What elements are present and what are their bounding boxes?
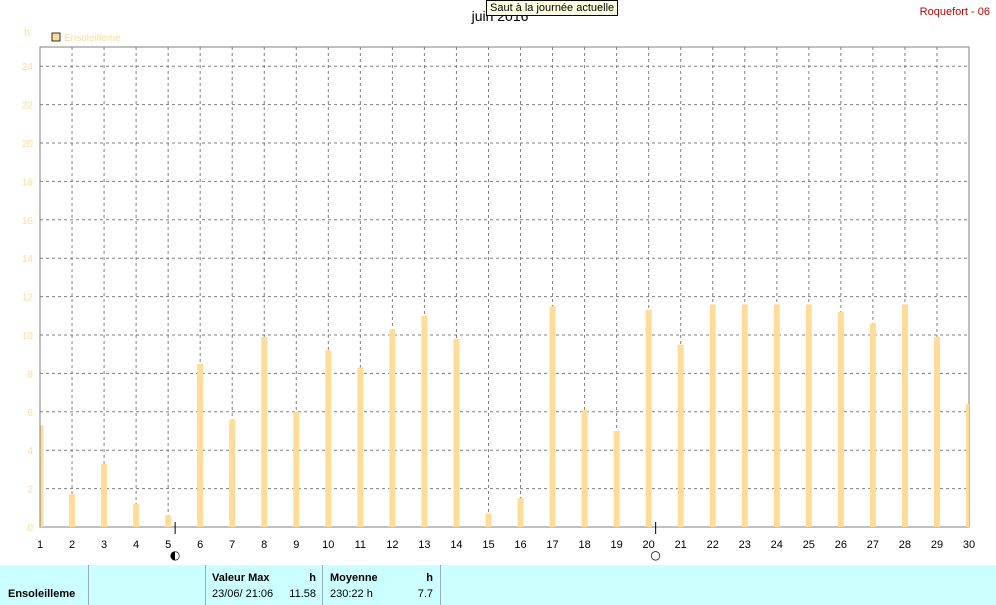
x-tick-label: 7: [229, 539, 235, 551]
legend-label: Ensoleilleme: [64, 33, 121, 44]
y-tick-label: 6: [27, 408, 33, 419]
bar-day-28: [901, 304, 908, 527]
x-tick-label: 21: [675, 539, 687, 551]
avg-header: Moyenne: [330, 572, 378, 584]
max-date: 23/06/ 21:06: [212, 588, 274, 600]
x-tick-label: 15: [482, 539, 494, 551]
x-tick-label: 27: [867, 539, 879, 551]
x-tick-label: 17: [546, 539, 558, 551]
tooltip-jump-today: Saut à la journée actuelle: [486, 0, 619, 16]
x-tick-label: 11: [355, 539, 366, 551]
x-tick-label: 4: [133, 539, 139, 551]
y-tick-label: 22: [22, 101, 34, 112]
x-tick-label: 28: [899, 539, 911, 551]
bar-day-5: [165, 515, 172, 527]
bar-day-2: [69, 494, 76, 527]
y-tick-label: 16: [22, 216, 34, 227]
x-tick-label: 23: [739, 539, 751, 551]
footer-empty-cell: [89, 565, 206, 605]
bar-day-30: [966, 404, 969, 527]
bar-day-6: [197, 363, 204, 527]
bar-day-23: [741, 304, 748, 527]
x-tick-label: 10: [322, 539, 334, 551]
footer-label-cell: Ensoleilleme: [0, 565, 89, 605]
bar-day-10: [325, 350, 332, 527]
y-axis-ticks: 024681012141618202224: [22, 62, 34, 534]
bar-day-29: [933, 336, 940, 527]
x-tick-label: 12: [386, 539, 398, 551]
y-tick-label: 0: [27, 523, 33, 534]
avg-total: 230:22 h: [330, 588, 373, 600]
legend-swatch: [51, 32, 61, 42]
summary-footer: Ensoleilleme Valeur Max h 23/06/ 21:06 1…: [0, 565, 996, 605]
bar-day-15: [485, 513, 492, 527]
x-tick-label: 3: [101, 539, 107, 551]
moon-phase-icon: ◐: [170, 548, 180, 562]
bar-day-14: [453, 338, 460, 527]
x-tick-label: 19: [610, 539, 622, 551]
bar-day-20: [645, 310, 652, 527]
y-tick-label: 14: [22, 254, 34, 265]
bar-day-3: [101, 463, 108, 527]
bar-day-9: [293, 411, 300, 527]
sunshine-chart: 024681012141618202224 1 2 3 4 5 6 7 8 9 10 11 12 13 1…: [22, 8, 975, 562]
x-tick-label: 14: [450, 539, 462, 551]
x-tick-label: 9: [293, 539, 299, 551]
footer-series-label: Ensoleilleme: [8, 588, 76, 600]
bar-day-13: [421, 315, 428, 527]
bar-day-25: [805, 304, 812, 527]
bar-day-7: [229, 419, 236, 527]
x-tick-label: 8: [261, 539, 267, 551]
bar-day-18: [581, 409, 588, 527]
moon-phase-icon: ○: [650, 548, 660, 562]
bar-day-19: [613, 431, 620, 527]
x-tick-label: 30: [963, 539, 975, 551]
plot-area: [39, 46, 970, 528]
footer-max-cell: Valeur Max h 23/06/ 21:06 11.58: [206, 565, 323, 605]
bar-day-11: [357, 367, 364, 527]
bar-day-21: [677, 344, 684, 527]
avg-unit: h: [426, 572, 433, 584]
bar-day-8: [261, 336, 268, 527]
bar-day-27: [869, 323, 876, 527]
y-tick-label: 10: [22, 331, 34, 342]
max-header: Valeur Max: [212, 572, 270, 584]
y-unit-label: h: [24, 27, 30, 39]
x-tick-label: 6: [197, 539, 203, 551]
y-tick-label: 18: [22, 177, 34, 188]
y-tick-label: 4: [27, 446, 33, 457]
x-tick-label: 13: [418, 539, 430, 551]
y-tick-label: 12: [22, 293, 34, 304]
x-tick-label: 1: [37, 539, 43, 551]
footer-avg-cell: Moyenne h 230:22 h 7.7: [323, 565, 441, 605]
y-tick-label: 2: [27, 485, 33, 496]
bar-day-24: [773, 304, 780, 527]
bar-day-26: [837, 311, 844, 527]
x-tick-label: 26: [835, 539, 847, 551]
x-tick-label: 16: [514, 539, 526, 551]
station-name: Roquefort - 06: [919, 6, 990, 18]
x-tick-label: 29: [931, 539, 943, 551]
bar-day-17: [549, 306, 556, 527]
bar-day-4: [133, 503, 140, 527]
y-tick-label: 20: [22, 139, 34, 150]
bar-day-22: [709, 304, 716, 527]
max-value: 11.58: [289, 588, 316, 600]
y-tick-label: 24: [22, 62, 34, 73]
x-tick-label: 18: [578, 539, 590, 551]
avg-value: 7.7: [417, 588, 433, 600]
x-tick-label: 24: [771, 539, 783, 551]
bar-day-1: [40, 425, 44, 527]
max-unit: h: [309, 572, 316, 584]
y-tick-label: 8: [27, 369, 33, 380]
x-tick-label: 25: [803, 539, 815, 551]
x-tick-label: 2: [69, 539, 75, 551]
x-tick-label: 22: [707, 539, 719, 551]
bar-day-12: [389, 329, 396, 527]
bar-day-16: [517, 498, 524, 527]
